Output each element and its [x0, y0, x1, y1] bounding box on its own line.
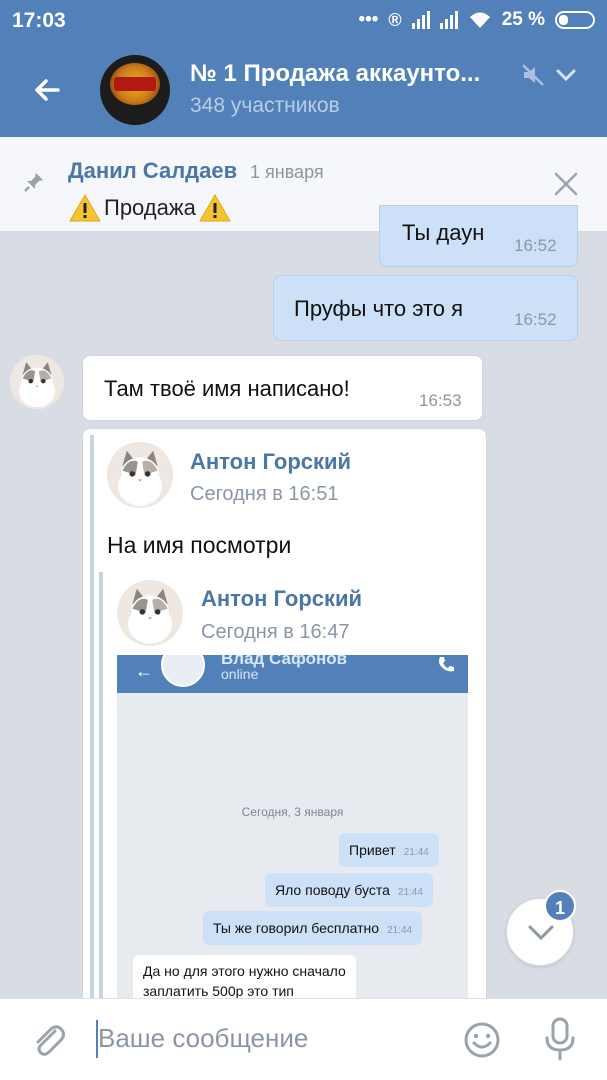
screenshot-avatar — [161, 655, 205, 687]
pin-icon — [24, 173, 43, 192]
chevron-down-icon — [528, 925, 554, 941]
forward-author-avatar[interactable] — [107, 442, 173, 508]
screenshot-date-separator: Сегодня, 3 января — [241, 805, 344, 819]
screenshot-message: Да но для этого нужно сначало заплатить 5… — [133, 955, 356, 1000]
message-outgoing[interactable]: Ты даун 16:52 — [379, 205, 578, 267]
back-arrow-icon[interactable] — [28, 70, 68, 110]
forward-text: На имя посмотри — [107, 532, 292, 558]
pinned-author[interactable]: Данил Салдаев — [68, 158, 237, 184]
status-time: 17:03 — [12, 9, 66, 32]
chat-avatar[interactable] — [100, 55, 170, 125]
screenshot-header: ← Влад Сафонов online — [117, 655, 468, 693]
attached-screenshot[interactable]: ← Влад Сафонов online Сегодня, 3 января … — [117, 655, 468, 1000]
forward-author-name[interactable]: Антон Горский — [201, 586, 362, 612]
warning-icon — [69, 193, 101, 222]
chat-header: 17:03 ••• ® 25 % № 1 Продажа аккаунто...… — [0, 0, 607, 137]
screenshot-back-icon: ← — [135, 661, 153, 681]
message-time: 16:52 — [514, 236, 557, 255]
microphone-icon[interactable] — [540, 1016, 580, 1062]
pinned-text: Продажа — [68, 193, 232, 223]
emoji-icon[interactable] — [462, 1020, 502, 1060]
status-bar: 17:03 ••• ® 25 % — [0, 0, 607, 42]
wifi-icon — [469, 12, 490, 28]
chat-title[interactable]: № 1 Продажа аккаунто... — [190, 60, 480, 88]
unread-badge: 1 — [544, 890, 576, 922]
more-icon: ••• — [358, 9, 379, 30]
forward-date: Сегодня в 16:51 — [190, 483, 339, 505]
forward-date: Сегодня в 16:47 — [201, 621, 350, 643]
sender-avatar[interactable] — [10, 355, 64, 409]
message-text: Ты даун — [402, 220, 485, 245]
message-time: 16:52 — [514, 310, 557, 329]
message-time: 16:53 — [419, 391, 462, 410]
screenshot-contact-status: online — [221, 666, 259, 682]
forward-author-name[interactable]: Антон Горский — [190, 449, 351, 475]
signal-icon-2 — [439, 11, 458, 29]
message-input[interactable] — [98, 1023, 438, 1054]
battery-percent: 25 % — [501, 9, 545, 30]
forward-author-avatar[interactable] — [117, 580, 183, 646]
screenshot-message: Яло поводу буста 21:44 — [265, 873, 433, 907]
screenshot-message: Ты же говорил бесплатно 21:44 — [203, 911, 423, 945]
phone-icon — [439, 657, 454, 672]
forward-bar — [90, 435, 94, 1000]
message-text: Пруфы что это я — [294, 296, 464, 321]
signal-icon — [411, 11, 430, 29]
close-icon[interactable] — [552, 170, 580, 198]
paperclip-icon[interactable] — [28, 1020, 68, 1060]
message-incoming[interactable]: Там твоё имя написано! 16:53 — [82, 355, 483, 421]
screenshot-message: Привет 21:44 — [339, 833, 439, 867]
chevron-down-icon[interactable] — [555, 66, 577, 84]
warning-icon — [198, 193, 231, 222]
pinned-date: 1 января — [250, 162, 324, 182]
mute-icon — [522, 64, 544, 86]
status-icons: ••• ® 25 % — [358, 9, 595, 31]
registered-icon: ® — [388, 9, 402, 30]
message-outgoing[interactable]: Пруфы что это я 16:52 — [273, 275, 578, 341]
forward-bar-nested — [99, 572, 103, 1000]
battery-icon — [555, 11, 595, 29]
message-text: Там твоё имя написано! — [104, 376, 350, 401]
chat-members-count: 348 участников — [190, 94, 340, 117]
pinned-text-label: Продажа — [104, 195, 196, 220]
